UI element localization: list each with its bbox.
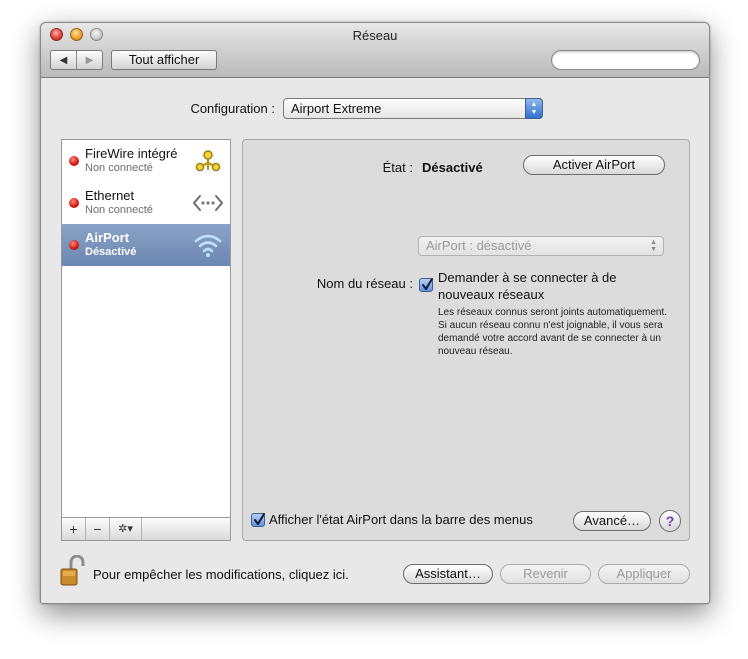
window-toolbar: Réseau ◀ ▶ Tout afficher	[41, 23, 709, 78]
back-button[interactable]: ◀	[51, 51, 77, 69]
checkmark-icon	[422, 278, 433, 290]
ask-to-join-label: Demander à se connecter à de nouveaux ré…	[438, 270, 617, 302]
service-list: FireWire intégré Non connecté Ethernet N…	[61, 139, 231, 541]
status-value: Désactivé	[422, 160, 483, 175]
service-list-actions: + − ✲▾	[61, 517, 231, 541]
service-name: Ethernet	[85, 188, 135, 203]
gear-menu-button[interactable]: ✲▾	[110, 518, 142, 540]
firewire-icon	[195, 150, 221, 172]
lock-message: Pour empêcher les modifications, cliquez…	[93, 567, 349, 582]
show-all-button[interactable]: Tout afficher	[111, 50, 217, 70]
status-dot-red	[69, 198, 79, 208]
service-item-ethernet[interactable]: Ethernet Non connecté	[62, 182, 230, 224]
ask-to-join-checkbox[interactable]	[419, 278, 433, 292]
configuration-popup[interactable]: Airport Extreme ▲ ▼	[283, 98, 543, 119]
service-name: FireWire intégré	[85, 146, 178, 161]
service-name: AirPort	[85, 230, 130, 245]
add-service-button[interactable]: +	[62, 518, 86, 540]
network-name-popup[interactable]: AirPort : désactivé ▲ ▼	[418, 236, 664, 256]
airport-icon	[194, 234, 222, 257]
popup-arrows-icon: ▲ ▼	[525, 98, 543, 119]
service-item-firewire[interactable]: FireWire intégré Non connecté	[62, 140, 230, 182]
service-item-airport[interactable]: AirPort Désactivé	[62, 224, 230, 266]
revert-button[interactable]: Revenir	[500, 564, 591, 584]
network-name-label: Nom du réseau :	[316, 276, 413, 291]
lock-icon[interactable]	[59, 555, 85, 587]
status-label: État :	[382, 160, 413, 175]
network-name-value: AirPort : désactivé	[426, 238, 532, 253]
advanced-button[interactable]: Avancé…	[573, 511, 651, 531]
help-button[interactable]: ?	[659, 510, 681, 532]
checkmark-icon	[254, 513, 265, 525]
turn-airport-on-button[interactable]: Activer AirPort	[523, 155, 665, 175]
service-status: Désactivé	[85, 246, 137, 258]
status-dot-red	[69, 156, 79, 166]
status-dot-red	[69, 240, 79, 250]
assistant-button[interactable]: Assistant…	[403, 564, 493, 584]
popup-arrows-icon: ▲ ▼	[650, 239, 657, 253]
remove-service-button[interactable]: −	[86, 518, 110, 540]
forward-button[interactable]: ▶	[77, 51, 102, 69]
ask-to-join-description: Les réseaux connus seront joints automat…	[438, 307, 668, 357]
service-status: Non connecté	[85, 204, 153, 216]
apply-button[interactable]: Appliquer	[598, 564, 690, 584]
history-nav: ◀ ▶	[50, 50, 103, 70]
network-preferences-window: Réseau ◀ ▶ Tout afficher Configuration :…	[40, 22, 710, 604]
ethernet-icon	[193, 195, 223, 211]
configuration-label: Configuration :	[190, 101, 275, 116]
configuration-value: Airport Extreme	[291, 101, 382, 116]
show-status-in-menubar-checkbox[interactable]	[251, 513, 265, 527]
search-field[interactable]	[551, 50, 700, 70]
window-title: Réseau	[352, 28, 398, 43]
show-status-in-menubar-label: Afficher l'état AirPort dans la barre de…	[269, 512, 533, 527]
airport-settings-panel: État : Désactivé Activer AirPort AirPort…	[242, 139, 690, 541]
service-status: Non connecté	[85, 162, 153, 174]
